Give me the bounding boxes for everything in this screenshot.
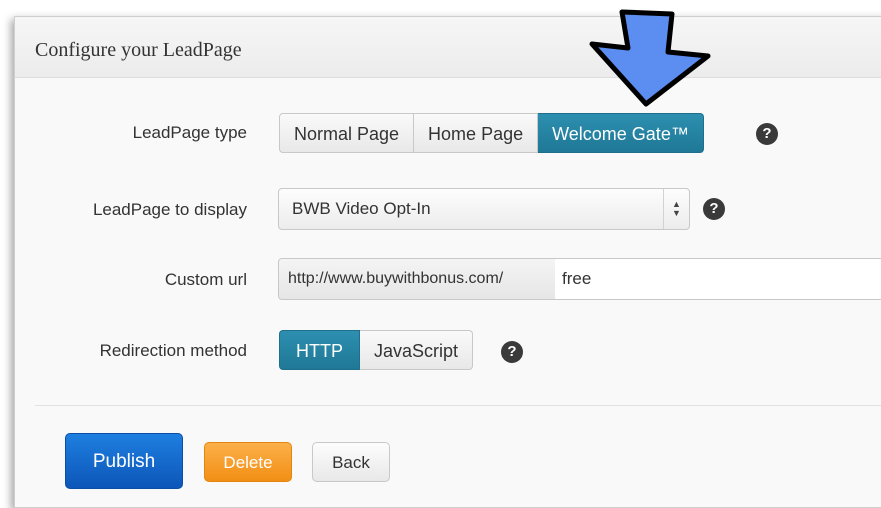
redirection-method-label: Redirection method (99, 341, 247, 360)
leadpage-display-select[interactable]: BWB Video Opt-In ▲ ▼ (278, 188, 690, 230)
publish-button[interactable]: Publish (65, 433, 183, 489)
divider (35, 405, 881, 406)
panel-header: Configure your LeadPage (15, 17, 881, 78)
leadpage-display-value: BWB Video Opt-In (292, 199, 431, 218)
down-arrow-icon (589, 9, 711, 107)
url-prefix: http://www.buywithbonus.com/ (278, 258, 556, 300)
welcome-gate-button[interactable]: Welcome Gate™ (538, 113, 704, 153)
custom-url-label: Custom url (164, 270, 247, 289)
help-icon[interactable]: ? (501, 341, 523, 363)
delete-button[interactable]: Delete (204, 442, 292, 482)
select-arrows-icon: ▲ ▼ (663, 189, 689, 229)
redirection-method-group: HTTP JavaScript (279, 330, 474, 370)
javascript-button[interactable]: JavaScript (360, 330, 474, 370)
home-page-button[interactable]: Home Page (414, 113, 539, 153)
custom-url-input[interactable]: free (555, 258, 881, 300)
leadpage-display-label: LeadPage to display (92, 200, 247, 219)
help-icon[interactable]: ? (756, 123, 778, 145)
configure-panel: Configure your LeadPage LeadPage type No… (14, 16, 881, 508)
back-button[interactable]: Back (312, 442, 390, 482)
panel-title: Configure your LeadPage (35, 39, 242, 61)
leadpage-type-group: Normal Page Home Page Welcome Gate™ (279, 113, 704, 153)
leadpage-type-label: LeadPage type (132, 123, 247, 142)
normal-page-button[interactable]: Normal Page (279, 113, 415, 153)
http-button[interactable]: HTTP (279, 330, 360, 370)
help-icon[interactable]: ? (703, 198, 725, 220)
